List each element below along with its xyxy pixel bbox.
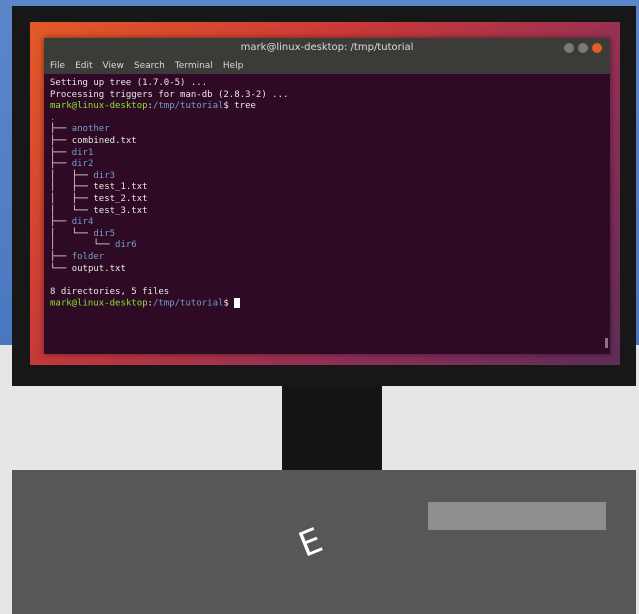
terminal-text: dir4 (71, 217, 94, 228)
window-title: mark@linux-desktop: /tmp/tutorial (240, 42, 414, 53)
terminal-text: test_1.txt (93, 182, 148, 193)
terminal-line: 8 directories, 5 files (50, 287, 604, 299)
terminal-line: Processing triggers for man-db (2.8.3-2)… (50, 90, 604, 102)
terminal-text: │ ├── (50, 182, 94, 193)
terminal-line: │ └── dir5 (50, 229, 604, 241)
terminal-line: mark@linux-desktop:/tmp/tutorial$ (50, 298, 604, 310)
menu-terminal[interactable]: Terminal (175, 58, 213, 74)
terminal-text: folder (71, 251, 105, 262)
terminal-text: /tmp/tutorial (152, 298, 224, 309)
device-base (12, 470, 636, 614)
menu-search[interactable]: Search (134, 58, 165, 74)
terminal-text: . (50, 112, 56, 123)
terminal-text: mark@linux-desktop (50, 101, 148, 112)
terminal-text: ├── (50, 159, 72, 170)
terminal-text: test_3.txt (93, 205, 148, 216)
menu-bar: File Edit View Search Terminal Help (44, 58, 610, 74)
terminal-text: dir5 (93, 228, 116, 239)
terminal-text: dir1 (71, 147, 94, 158)
text-cursor (234, 298, 241, 309)
close-icon[interactable] (592, 43, 602, 53)
terminal-text: │ └── (50, 240, 116, 251)
monitor-stand (282, 386, 382, 470)
terminal-window[interactable]: mark@linux-desktop: /tmp/tutorial File E… (44, 38, 610, 354)
terminal-text: ├── (50, 217, 72, 228)
terminal-text: 8 directories, 5 files (50, 286, 170, 297)
terminal-text: mark@linux-desktop (50, 298, 148, 309)
terminal-text: combined.txt (71, 135, 137, 146)
scrollbar[interactable] (605, 338, 608, 348)
terminal-line: ├── combined.txt (50, 136, 604, 148)
terminal-text: └── (50, 263, 72, 274)
terminal-line: │ ├── dir3 (50, 171, 604, 183)
terminal-line: ├── dir1 (50, 148, 604, 160)
terminal-line: ├── folder (50, 252, 604, 264)
terminal-text: Setting up tree (1.7.0-5) ... (50, 78, 208, 88)
terminal-line: └── output.txt (50, 264, 604, 276)
terminal-text: dir2 (71, 159, 94, 170)
terminal-text: ├── (50, 124, 72, 135)
terminal-text: /tmp/tutorial (152, 101, 224, 112)
terminal-line: │ └── test_3.txt (50, 206, 604, 218)
menu-file[interactable]: File (50, 58, 65, 74)
terminal-line: Setting up tree (1.7.0-5) ... (50, 78, 604, 90)
terminal-output[interactable]: Setting up tree (1.7.0-5) ... Processing … (44, 74, 610, 314)
terminal-line: ├── dir4 (50, 217, 604, 229)
terminal-text: $ (223, 298, 235, 309)
menu-edit[interactable]: Edit (75, 58, 92, 74)
minimize-icon[interactable] (564, 43, 574, 53)
terminal-text: ├── (50, 251, 72, 262)
terminal-text: ├── (50, 135, 72, 146)
menu-help[interactable]: Help (223, 58, 244, 74)
terminal-line: │ ├── test_2.txt (50, 194, 604, 206)
terminal-text: dir6 (115, 240, 137, 251)
terminal-text: dir3 (93, 170, 116, 181)
terminal-text: ├── (50, 147, 72, 158)
menu-view[interactable]: View (103, 58, 124, 74)
terminal-text: output.txt (71, 263, 126, 274)
terminal-text: │ └── (50, 205, 94, 216)
base-slot (428, 502, 606, 530)
terminal-text: $ tree (223, 101, 256, 112)
terminal-line: ├── another (50, 124, 604, 136)
terminal-text: another (71, 124, 110, 135)
terminal-text: │ ├── (50, 193, 94, 204)
maximize-icon[interactable] (578, 43, 588, 53)
terminal-line: │ └── dir6 (50, 240, 604, 252)
terminal-text: │ ├── (50, 170, 94, 181)
terminal-line: │ ├── test_1.txt (50, 182, 604, 194)
terminal-text: Processing triggers for man-db (2.8.3-2)… (50, 89, 289, 100)
terminal-text: │ └── (50, 228, 94, 239)
terminal-line: ├── dir2 (50, 159, 604, 171)
window-titlebar[interactable]: mark@linux-desktop: /tmp/tutorial (44, 38, 610, 58)
window-controls (564, 43, 602, 53)
terminal-text: test_2.txt (93, 193, 148, 204)
terminal-line: mark@linux-desktop:/tmp/tutorial$ tree (50, 101, 604, 113)
terminal-line: . (50, 113, 604, 125)
